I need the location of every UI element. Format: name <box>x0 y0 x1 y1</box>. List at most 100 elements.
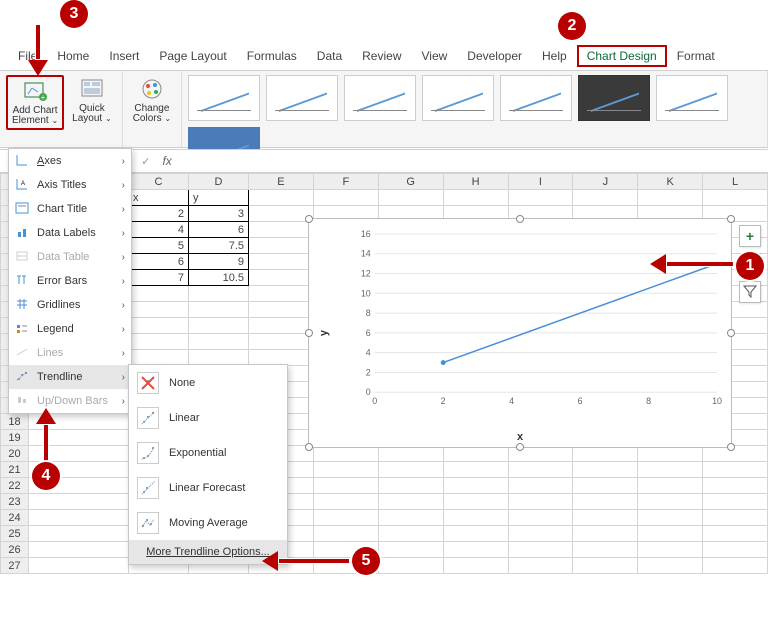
cell[interactable] <box>129 318 189 334</box>
row-header[interactable]: 26 <box>1 542 29 558</box>
cell[interactable] <box>508 462 573 478</box>
tab-page-layout[interactable]: Page Layout <box>149 45 236 67</box>
col-header[interactable]: G <box>378 174 443 190</box>
cell[interactable] <box>443 510 508 526</box>
trendline-linear[interactable]: Linear <box>129 400 287 435</box>
cell[interactable] <box>638 190 703 206</box>
chart-style-thumb[interactable] <box>578 75 650 121</box>
row-header[interactable]: 21 <box>1 462 29 478</box>
cell[interactable]: y <box>189 190 249 206</box>
cell[interactable] <box>703 190 768 206</box>
embedded-chart[interactable]: 02468101214160246810 y x + <box>308 218 732 448</box>
row-header[interactable]: 19 <box>1 430 29 446</box>
tab-view[interactable]: View <box>412 45 458 67</box>
cell[interactable] <box>378 190 443 206</box>
cell[interactable]: 3 <box>189 206 249 222</box>
col-header[interactable]: C <box>129 174 189 190</box>
cell[interactable] <box>573 510 638 526</box>
row-header[interactable]: 25 <box>1 526 29 542</box>
cell[interactable] <box>443 478 508 494</box>
cell[interactable] <box>703 510 768 526</box>
row-header[interactable]: 20 <box>1 446 29 462</box>
cell[interactable] <box>508 494 573 510</box>
cell[interactable] <box>129 286 189 302</box>
cell[interactable] <box>313 510 378 526</box>
cell[interactable] <box>129 334 189 350</box>
row-header[interactable]: 18 <box>1 414 29 430</box>
tab-data[interactable]: Data <box>307 45 352 67</box>
chart-style-thumb[interactable] <box>656 75 728 121</box>
cell[interactable] <box>29 526 129 542</box>
cell[interactable] <box>508 510 573 526</box>
cell[interactable] <box>573 494 638 510</box>
cell[interactable] <box>508 190 573 206</box>
chart-filters-button[interactable] <box>739 281 761 303</box>
cell[interactable] <box>703 558 768 574</box>
cell[interactable] <box>29 494 129 510</box>
change-colors-button[interactable]: ChangeColors ⌄ <box>129 75 175 126</box>
col-header[interactable]: J <box>573 174 638 190</box>
cell[interactable] <box>29 542 129 558</box>
tab-formulas[interactable]: Formulas <box>237 45 307 67</box>
cell[interactable] <box>573 526 638 542</box>
confirm-icon[interactable]: ✓ <box>137 155 154 168</box>
cell[interactable] <box>508 558 573 574</box>
chart-style-thumb[interactable] <box>500 75 572 121</box>
cell[interactable] <box>703 542 768 558</box>
cell[interactable]: 7.5 <box>189 238 249 254</box>
cell[interactable] <box>249 270 314 286</box>
col-header[interactable]: F <box>313 174 378 190</box>
cell[interactable]: 9 <box>189 254 249 270</box>
chart-style-thumb[interactable] <box>266 75 338 121</box>
chart-elements-button[interactable]: + <box>739 225 761 247</box>
menu-chart-title[interactable]: Chart Title› <box>9 197 131 221</box>
cell[interactable] <box>29 558 129 574</box>
chart-style-thumb[interactable] <box>188 75 260 121</box>
menu-error-bars[interactable]: Error Bars› <box>9 269 131 293</box>
cell[interactable] <box>573 558 638 574</box>
menu-axis-titles[interactable]: AAxis Titles› <box>9 173 131 197</box>
cell[interactable] <box>378 558 443 574</box>
cell[interactable] <box>189 302 249 318</box>
trendline-linear-forecast[interactable]: Linear Forecast <box>129 470 287 505</box>
cell[interactable] <box>378 510 443 526</box>
cell[interactable] <box>508 542 573 558</box>
cell[interactable] <box>703 526 768 542</box>
tab-help[interactable]: Help <box>532 45 577 67</box>
cell[interactable]: 10.5 <box>189 270 249 286</box>
cell[interactable] <box>378 494 443 510</box>
tab-review[interactable]: Review <box>352 45 411 67</box>
tab-developer[interactable]: Developer <box>457 45 532 67</box>
menu-data-labels[interactable]: Data Labels› <box>9 221 131 245</box>
cell[interactable] <box>249 190 314 206</box>
chart-style-thumb[interactable] <box>422 75 494 121</box>
trendline-moving-average[interactable]: Moving Average <box>129 505 287 540</box>
col-header[interactable]: E <box>249 174 314 190</box>
cell[interactable] <box>573 190 638 206</box>
cell[interactable] <box>249 206 314 222</box>
cell[interactable]: 6 <box>129 254 189 270</box>
cell[interactable] <box>378 542 443 558</box>
cell[interactable] <box>638 558 703 574</box>
plot-area[interactable]: 02468101214160246810 <box>347 227 723 417</box>
cell[interactable]: 2 <box>129 206 189 222</box>
cell[interactable] <box>249 334 314 350</box>
cell[interactable] <box>249 222 314 238</box>
col-header[interactable]: D <box>189 174 249 190</box>
cell[interactable] <box>638 462 703 478</box>
cell[interactable] <box>573 542 638 558</box>
cell[interactable] <box>378 462 443 478</box>
cell[interactable] <box>638 478 703 494</box>
cell[interactable] <box>508 526 573 542</box>
cell[interactable] <box>638 526 703 542</box>
cell[interactable] <box>703 478 768 494</box>
cell[interactable] <box>638 494 703 510</box>
cell[interactable]: x <box>129 190 189 206</box>
row-header[interactable]: 23 <box>1 494 29 510</box>
cell[interactable] <box>378 478 443 494</box>
tab-home[interactable]: Home <box>47 45 99 67</box>
cell[interactable]: 7 <box>129 270 189 286</box>
col-header[interactable]: L <box>703 174 768 190</box>
tab-chart-design[interactable]: Chart Design <box>577 45 667 67</box>
tab-insert[interactable]: Insert <box>99 45 149 67</box>
